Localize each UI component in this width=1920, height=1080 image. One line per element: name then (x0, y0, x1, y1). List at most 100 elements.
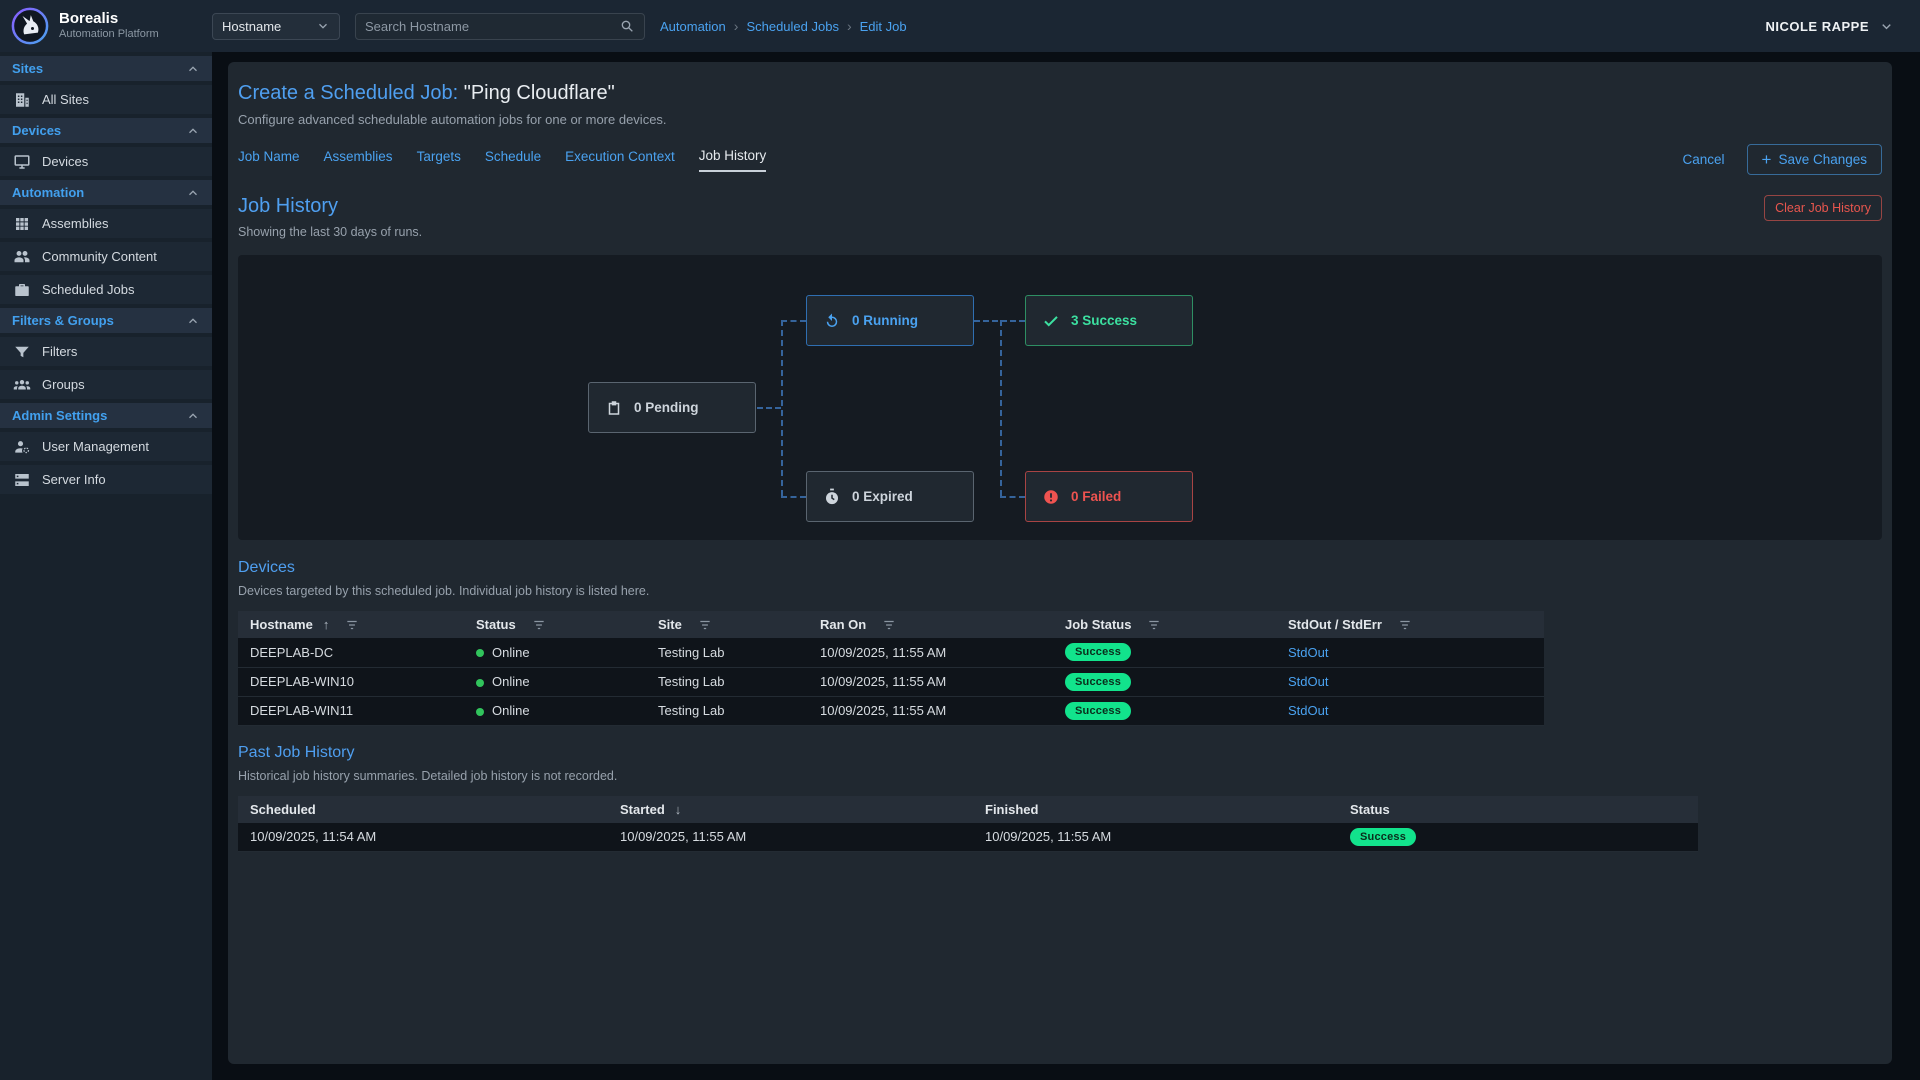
device-row[interactable]: DEEPLAB-WIN10 Online Testing Lab 10/09/2… (238, 667, 1544, 696)
chevron-down-icon (1879, 19, 1894, 34)
connector-line (781, 496, 806, 498)
col-scheduled[interactable]: Scheduled (238, 796, 608, 823)
status-badge: Success (1065, 673, 1131, 691)
cell-hostname: DEEPLAB-WIN10 (238, 667, 464, 696)
cell-hostname: DEEPLAB-WIN11 (238, 696, 464, 725)
device-row[interactable]: DEEPLAB-DC Online Testing Lab 10/09/2025… (238, 638, 1544, 667)
hostname-select[interactable]: Hostname (212, 13, 340, 40)
filter-list-icon[interactable] (882, 618, 896, 632)
filter-list-icon[interactable] (1398, 618, 1412, 632)
chevron-up-icon (186, 124, 200, 138)
stdout-link[interactable]: StdOut (1288, 645, 1328, 660)
breadcrumb-edit-job[interactable]: Edit Job (860, 19, 907, 34)
cell-status: Online (464, 696, 646, 725)
page-subtitle: Configure advanced schedulable automatio… (238, 112, 1882, 127)
user-menu[interactable]: NICOLE RAPPE (1765, 19, 1920, 34)
col-status[interactable]: Status (1338, 796, 1698, 823)
breadcrumb-separator-icon: › (847, 18, 852, 34)
sort-asc-icon[interactable]: ↑ (323, 617, 330, 632)
cancel-button[interactable]: Cancel (1682, 152, 1724, 167)
cell-ran-on: 10/09/2025, 11:55 AM (808, 696, 1053, 725)
stdout-link[interactable]: StdOut (1288, 703, 1328, 718)
past-job-row[interactable]: 10/09/2025, 11:54 AM 10/09/2025, 11:55 A… (238, 823, 1698, 852)
col-ran-on[interactable]: Ran On (808, 611, 1053, 638)
device-row[interactable]: DEEPLAB-WIN11 Online Testing Lab 10/09/2… (238, 696, 1544, 725)
tab-bar: Job Name Assemblies Targets Schedule Exe… (238, 144, 1882, 175)
status-badge: Success (1350, 828, 1416, 846)
clear-job-history-button[interactable]: Clear Job History (1764, 195, 1882, 221)
tab-schedule[interactable]: Schedule (485, 149, 541, 171)
col-finished[interactable]: Finished (973, 796, 1338, 823)
sidebar-item-server-info[interactable]: Server Info (0, 465, 212, 494)
online-dot-icon (476, 649, 484, 657)
stdout-link[interactable]: StdOut (1288, 674, 1328, 689)
sidebar-section-filters-groups[interactable]: Filters & Groups (0, 308, 212, 333)
connector-line (1000, 496, 1025, 498)
brand: Borealis Automation Platform (0, 6, 212, 46)
sidebar-item-filters[interactable]: Filters (0, 337, 212, 366)
breadcrumb-scheduled-jobs[interactable]: Scheduled Jobs (746, 19, 839, 34)
cell-job-status: Success (1053, 696, 1276, 725)
devices-heading: Devices (238, 559, 1882, 577)
col-started[interactable]: Started ↓ (608, 796, 973, 823)
filter-list-icon[interactable] (1147, 618, 1161, 632)
cell-stdout: StdOut (1276, 667, 1544, 696)
chevron-up-icon (186, 62, 200, 76)
sidebar-item-scheduled-jobs[interactable]: Scheduled Jobs (0, 275, 212, 304)
cell-finished: 10/09/2025, 11:55 AM (973, 823, 1338, 852)
breadcrumb-automation[interactable]: Automation (660, 19, 726, 34)
past-jobs-header-row: Scheduled Started ↓ Finished Status (238, 796, 1698, 823)
plus-icon: + (1762, 151, 1772, 168)
tab-execution-context[interactable]: Execution Context (565, 149, 675, 171)
sidebar-item-devices[interactable]: Devices (0, 147, 212, 176)
tab-job-history[interactable]: Job History (699, 148, 767, 172)
monitor-icon (13, 153, 31, 171)
sidebar-item-groups[interactable]: Groups (0, 370, 212, 399)
check-icon (1042, 312, 1060, 330)
col-site[interactable]: Site (646, 611, 808, 638)
node-success[interactable]: 3 Success (1025, 295, 1193, 346)
connector-line (781, 320, 783, 496)
sidebar-item-assemblies[interactable]: Assemblies (0, 209, 212, 238)
node-expired[interactable]: 0 Expired (806, 471, 974, 522)
sidebar-section-automation[interactable]: Automation (0, 180, 212, 205)
breadcrumb: Automation › Scheduled Jobs › Edit Job (660, 18, 907, 34)
sidebar-item-community-content[interactable]: Community Content (0, 242, 212, 271)
sort-desc-icon[interactable]: ↓ (675, 802, 682, 817)
cell-hostname: DEEPLAB-DC (238, 638, 464, 667)
past-job-history-subtitle: Historical job history summaries. Detail… (238, 769, 1882, 783)
sidebar-section-sites[interactable]: Sites (0, 56, 212, 81)
filter-list-icon[interactable] (532, 618, 546, 632)
apps-grid-icon (13, 215, 31, 233)
sidebar-section-admin-settings[interactable]: Admin Settings (0, 403, 212, 428)
filter-list-icon[interactable] (698, 618, 712, 632)
col-status[interactable]: Status (464, 611, 646, 638)
job-status-flow: 0 Pending 0 Running 3 Success (238, 255, 1882, 540)
save-changes-button[interactable]: + Save Changes (1747, 144, 1883, 175)
sidebar-section-devices[interactable]: Devices (0, 118, 212, 143)
node-pending[interactable]: 0 Pending (588, 382, 756, 433)
tab-assemblies[interactable]: Assemblies (324, 149, 393, 171)
chevron-down-icon (316, 19, 330, 33)
chevron-up-icon (186, 314, 200, 328)
hostname-search (355, 13, 645, 40)
sidebar-item-all-sites[interactable]: All Sites (0, 85, 212, 114)
connector-line (974, 320, 1025, 322)
timer-icon (823, 488, 841, 506)
col-stdout-stderr[interactable]: StdOut / StdErr (1276, 611, 1544, 638)
sidebar-item-user-management[interactable]: User Management (0, 432, 212, 461)
col-hostname[interactable]: Hostname ↑ (238, 611, 464, 638)
filter-list-icon[interactable] (345, 618, 359, 632)
search-input[interactable] (365, 19, 619, 34)
cell-site: Testing Lab (646, 696, 808, 725)
col-job-status[interactable]: Job Status (1053, 611, 1276, 638)
cell-status: Success (1338, 823, 1698, 852)
tab-job-name[interactable]: Job Name (238, 149, 300, 171)
tab-targets[interactable]: Targets (417, 149, 461, 171)
chevron-up-icon (186, 186, 200, 200)
people-icon (13, 248, 31, 266)
cell-site: Testing Lab (646, 638, 808, 667)
node-failed[interactable]: 0 Failed (1025, 471, 1193, 522)
node-running[interactable]: 0 Running (806, 295, 974, 346)
cell-site: Testing Lab (646, 667, 808, 696)
